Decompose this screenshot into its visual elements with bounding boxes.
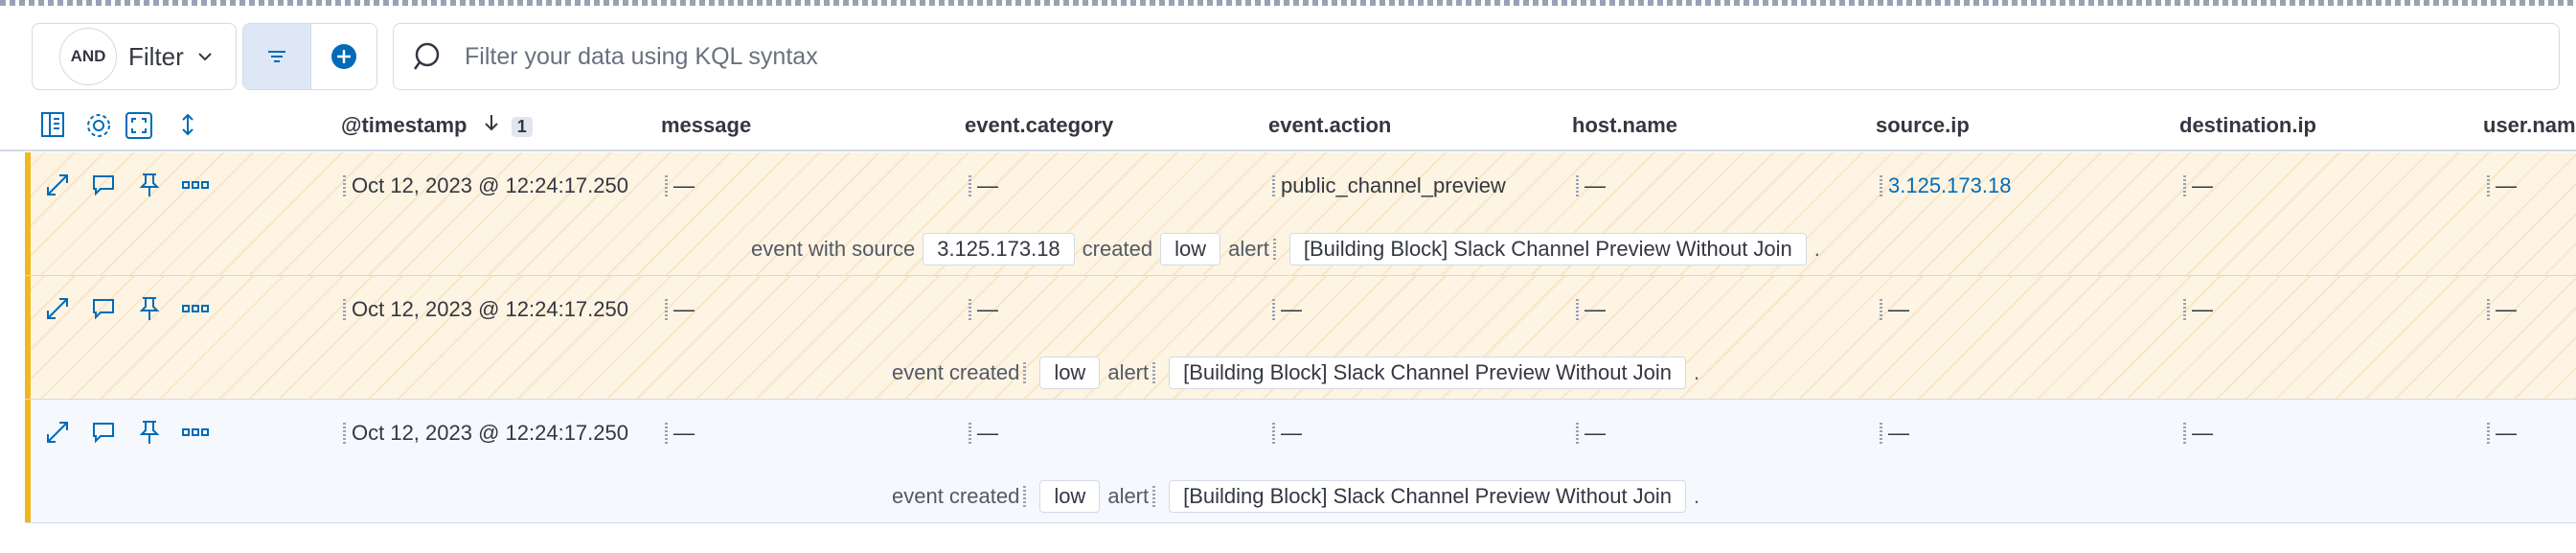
- filter-lines-icon: [268, 51, 285, 62]
- cell-event-category: —: [969, 297, 998, 322]
- row-summary: event created low alert [Building Block]…: [892, 480, 1699, 513]
- row-actions: [42, 293, 211, 324]
- row-marker: [25, 276, 31, 399]
- severity-badge[interactable]: low: [1039, 480, 1101, 513]
- add-filter-button[interactable]: [311, 24, 376, 89]
- plus-circle-icon: [331, 44, 356, 69]
- more-options-icon[interactable]: [180, 293, 211, 324]
- filter-group[interactable]: AND Filter: [32, 23, 237, 90]
- cell-event-category: —: [969, 421, 998, 446]
- cell-message: —: [665, 173, 695, 198]
- comment-icon[interactable]: [88, 293, 119, 324]
- row-marker: [25, 400, 31, 522]
- row-marker: [25, 152, 31, 275]
- sort-count-badge: 1: [511, 117, 533, 137]
- column-header-event-action[interactable]: event.action: [1268, 113, 1391, 138]
- cell-message: —: [665, 297, 695, 322]
- source-ip-link[interactable]: 3.125.173.18: [1888, 173, 2011, 198]
- filter-button-group: [242, 23, 377, 90]
- column-header-label: @timestamp: [341, 113, 467, 137]
- more-options-icon[interactable]: [180, 417, 211, 448]
- pin-icon[interactable]: [134, 293, 165, 324]
- cell-timestamp: Oct 12, 2023 @ 12:24:17.250: [343, 173, 628, 198]
- cell-user-name: —: [2487, 421, 2517, 446]
- kql-search-bar[interactable]: [393, 23, 2560, 90]
- rule-badge[interactable]: [Building Block] Slack Channel Preview W…: [1169, 480, 1687, 513]
- cell-source-ip: —: [1880, 297, 1909, 322]
- and-operator-badge[interactable]: AND: [59, 28, 117, 85]
- severity-badge[interactable]: low: [1160, 233, 1221, 265]
- cell-source-ip: —: [1880, 421, 1909, 446]
- cell-host-name: —: [1576, 173, 1606, 198]
- cell-event-action: —: [1272, 297, 1302, 322]
- pin-icon[interactable]: [134, 417, 165, 448]
- search-icon: [413, 42, 440, 70]
- pin-icon[interactable]: [134, 170, 165, 200]
- cell-message: —: [665, 421, 695, 446]
- table-row: Oct 12, 2023 @ 12:24:17.250 — — public_c…: [25, 152, 2576, 276]
- column-header-user-name[interactable]: user.name: [2483, 113, 2576, 138]
- cell-event-action: public_channel_preview: [1272, 173, 1506, 198]
- top-divider: [0, 0, 2576, 6]
- cell-timestamp: Oct 12, 2023 @ 12:24:17.250: [343, 297, 628, 322]
- table-row: Oct 12, 2023 @ 12:24:17.250 — — — — — — …: [25, 400, 2576, 523]
- column-header-destination-ip[interactable]: destination.ip: [2179, 113, 2316, 138]
- cell-destination-ip: —: [2183, 421, 2213, 446]
- filter-options-button[interactable]: [243, 24, 311, 89]
- expand-icon[interactable]: [42, 293, 73, 324]
- chevron-down-icon[interactable]: [197, 49, 213, 64]
- filter-label[interactable]: Filter: [128, 42, 184, 72]
- cell-destination-ip: —: [2183, 297, 2213, 322]
- comment-icon[interactable]: [88, 170, 119, 200]
- cell-host-name: —: [1576, 297, 1606, 322]
- column-header-event-category[interactable]: event.category: [965, 113, 1113, 138]
- fullscreen-icon[interactable]: [125, 111, 153, 140]
- expand-icon[interactable]: [42, 417, 73, 448]
- row-actions: [42, 170, 211, 200]
- table-header: @timestamp 1 message event.category even…: [0, 100, 2576, 151]
- cell-source-ip: 3.125.173.18: [1880, 173, 2011, 198]
- cell-user-name: —: [2487, 297, 2517, 322]
- rule-badge[interactable]: [Building Block] Slack Channel Preview W…: [1169, 357, 1687, 389]
- rule-badge[interactable]: [Building Block] Slack Channel Preview W…: [1288, 233, 1807, 265]
- row-summary: event with source 3.125.173.18 created l…: [751, 233, 1820, 265]
- row-summary: event created low alert [Building Block]…: [892, 357, 1699, 389]
- cell-event-category: —: [969, 173, 998, 198]
- column-header-host-name[interactable]: host.name: [1572, 113, 1677, 138]
- cell-user-name: —: [2487, 173, 2517, 198]
- sort-fields-icon[interactable]: [179, 111, 196, 138]
- columns-icon[interactable]: [40, 111, 65, 138]
- more-options-icon[interactable]: [180, 170, 211, 200]
- gear-icon[interactable]: [84, 111, 113, 140]
- cell-host-name: —: [1576, 421, 1606, 446]
- source-badge[interactable]: 3.125.173.18: [923, 233, 1075, 265]
- sort-descending-icon[interactable]: [483, 113, 500, 132]
- cell-timestamp: Oct 12, 2023 @ 12:24:17.250: [343, 421, 628, 446]
- cell-event-action: —: [1272, 421, 1302, 446]
- column-header-timestamp[interactable]: @timestamp 1: [341, 113, 533, 138]
- column-header-source-ip[interactable]: source.ip: [1876, 113, 1970, 138]
- severity-badge[interactable]: low: [1039, 357, 1101, 389]
- row-actions: [42, 417, 211, 448]
- comment-icon[interactable]: [88, 417, 119, 448]
- column-header-message[interactable]: message: [661, 113, 751, 138]
- search-input[interactable]: [463, 41, 2287, 72]
- cell-destination-ip: —: [2183, 173, 2213, 198]
- table-row: Oct 12, 2023 @ 12:24:17.250 — — — — — — …: [25, 276, 2576, 400]
- expand-icon[interactable]: [42, 170, 73, 200]
